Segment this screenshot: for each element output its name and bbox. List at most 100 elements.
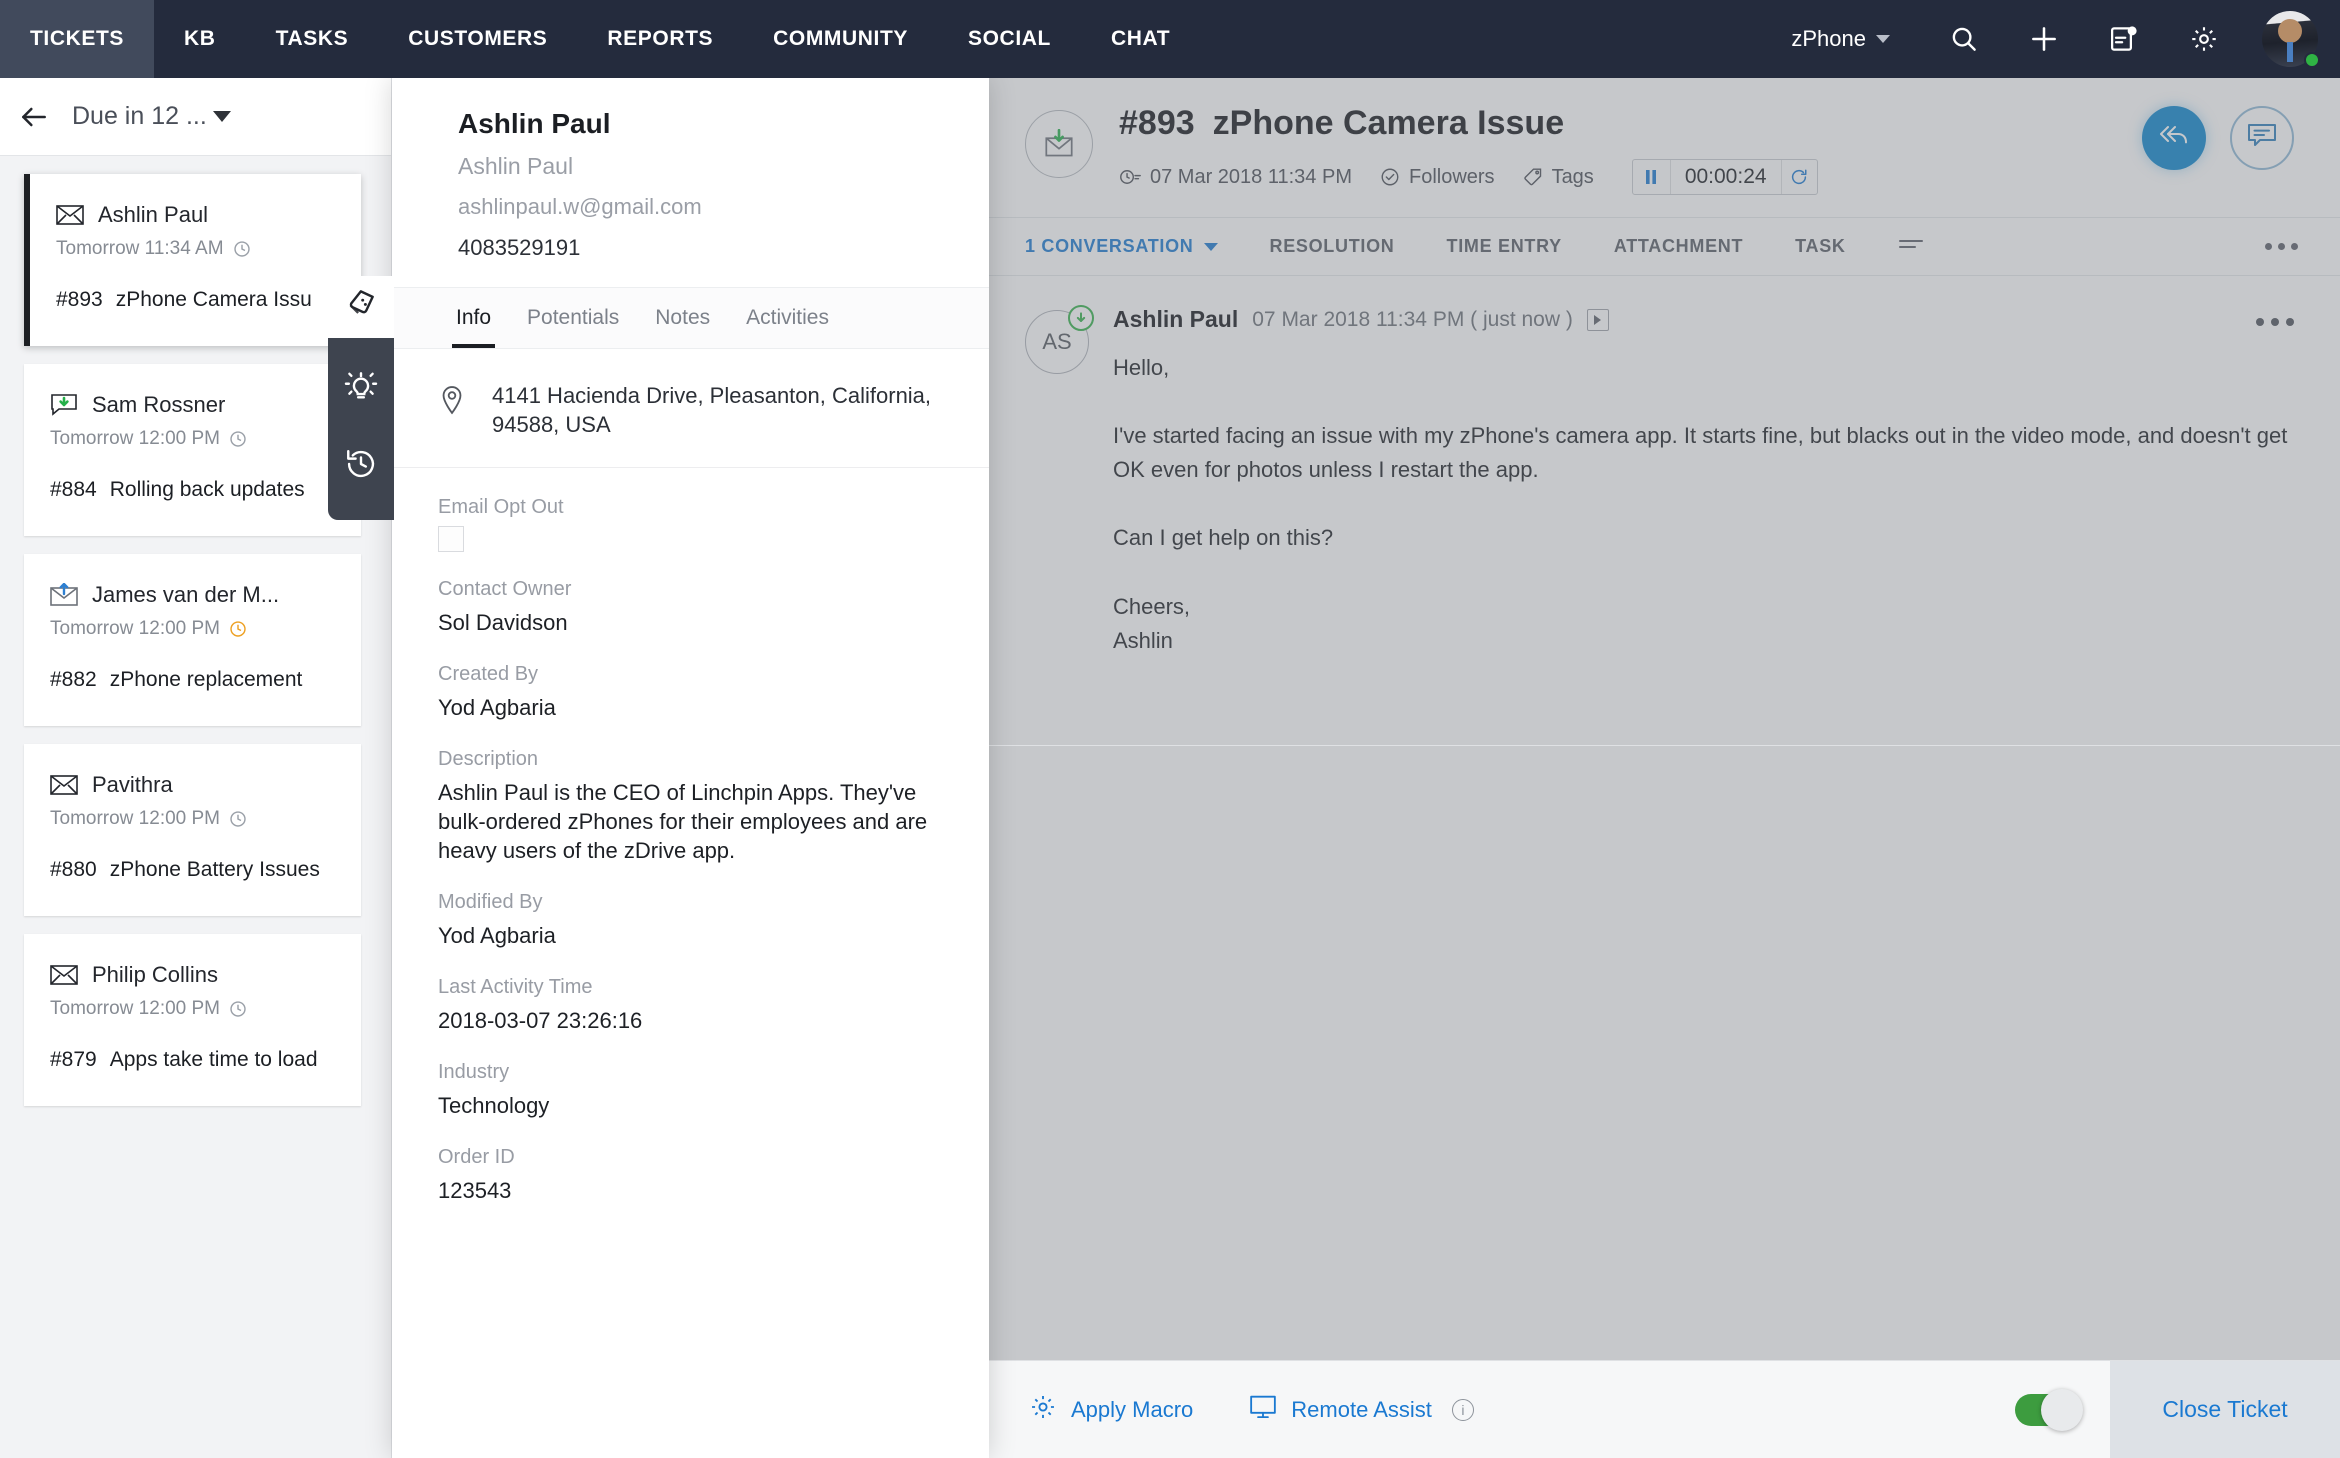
message-author: Ashlin Paul: [1113, 306, 1239, 332]
gear-icon[interactable]: [2178, 13, 2230, 65]
nav-tab-chat[interactable]: CHAT: [1081, 0, 1200, 78]
field-value: Ashlin Paul is the CEO of Linchpin Apps.…: [438, 780, 928, 864]
nav-tab-kb[interactable]: KB: [154, 0, 246, 78]
list-item-subject: #893 zPhone Camera Issu: [56, 288, 335, 312]
field-value: Sol Davidson: [438, 610, 568, 636]
nav-tab-reports[interactable]: REPORTS: [577, 0, 743, 78]
tab-conversation[interactable]: 1 CONVERSATION: [1025, 236, 1244, 257]
followers-button[interactable]: Followers: [1380, 166, 1495, 189]
tab-task[interactable]: TASK: [1769, 236, 1871, 257]
dot: [2278, 243, 2285, 250]
tab-notes[interactable]: Notes: [637, 288, 728, 348]
email-opt-out-checkbox[interactable]: [438, 526, 464, 553]
nav-tab-label: CUSTOMERS: [408, 27, 548, 50]
list-item[interactable]: Sam Rossner Tomorrow 12:00 PM #884 Rolli…: [24, 364, 361, 536]
tab-info[interactable]: Info: [438, 288, 509, 348]
notes-notification-icon[interactable]: [2098, 13, 2150, 65]
clock-icon: [233, 241, 250, 257]
status-badge: [2304, 52, 2320, 68]
tag-icon: [1523, 168, 1541, 186]
tab-label: ATTACHMENT: [1613, 236, 1744, 256]
refresh-icon: [1791, 169, 1807, 185]
ticket-date: 07 Mar 2018 11:34 PM: [1119, 166, 1352, 189]
message-overflow-menu-button[interactable]: [2256, 318, 2294, 326]
list-item[interactable]: Pavithra Tomorrow 12:00 PM #880 zPhone B…: [24, 744, 361, 916]
lightbulb-icon: [344, 371, 378, 410]
nav-tab-label: TICKETS: [30, 27, 125, 50]
tab-attachment[interactable]: ATTACHMENT: [1588, 236, 1769, 257]
apply-macro-button[interactable]: Apply Macro: [1029, 1393, 1193, 1427]
ticket-channel-icon: [1025, 110, 1093, 178]
tags-button[interactable]: [328, 276, 394, 338]
nav-tab-community[interactable]: COMMUNITY: [743, 0, 938, 78]
reset-timer-button[interactable]: [1780, 160, 1817, 194]
chevron-down-icon[interactable]: [212, 111, 231, 122]
list-item-sender: Sam Rossner: [92, 392, 226, 417]
nav-tab-customers[interactable]: CUSTOMERS: [378, 0, 577, 78]
field-label: Industry: [438, 1061, 510, 1084]
tab-label: TIME ENTRY: [1446, 236, 1562, 256]
list-item-time-text: Tomorrow 12:00 PM: [50, 618, 221, 639]
tab-overflow-menu-button[interactable]: [2265, 243, 2298, 250]
back-arrow-icon[interactable]: [18, 101, 50, 133]
field-label: Description: [438, 748, 539, 771]
ticket-list-filter-label[interactable]: Due in 12 ...: [72, 102, 207, 131]
list-item-time: Tomorrow 12:00 PM: [50, 428, 335, 450]
close-ticket-button[interactable]: Close Ticket: [2110, 1361, 2340, 1458]
apply-macro-label: Apply Macro: [1071, 1396, 1194, 1422]
list-item-subject-text: zPhone Camera Issu: [115, 288, 312, 311]
tags-icon: [344, 288, 378, 327]
reply-all-button[interactable]: [2142, 106, 2206, 170]
page-title: #893 zPhone Camera Issue: [1119, 104, 2300, 143]
field-label: Created By: [438, 663, 539, 686]
tags-button[interactable]: Tags: [1523, 166, 1594, 189]
contact-info-body[interactable]: 4141 Hacienda Drive, Pleasanton, Califor…: [392, 349, 989, 1458]
contact-phone[interactable]: 4083529191: [458, 235, 989, 261]
envelope-out-icon: [50, 582, 78, 608]
info-icon[interactable]: i: [1451, 1398, 1474, 1421]
search-icon[interactable]: [1938, 13, 1990, 65]
nav-tab-tickets[interactable]: TICKETS: [0, 0, 155, 78]
tab-potentials[interactable]: Potentials: [509, 288, 637, 348]
contact-detail-panel: Ashlin Paul Ashlin Paul ashlinpaul.w@gma…: [392, 78, 989, 1458]
history-button[interactable]: [328, 428, 394, 504]
pause-button[interactable]: [1633, 160, 1671, 194]
ticket-date-text: 07 Mar 2018 11:34 PM: [1150, 165, 1352, 188]
contact-email[interactable]: ashlinpaul.w@gmail.com: [458, 194, 989, 220]
contact-secondary-name: Ashlin Paul: [458, 153, 574, 179]
close-ticket-toggle[interactable]: [2015, 1388, 2083, 1431]
list-item-subject: #879 Apps take time to load: [50, 1048, 335, 1072]
product-selector[interactable]: zPhone: [1791, 26, 1890, 52]
nav-tab-social[interactable]: SOCIAL: [938, 0, 1081, 78]
suggestions-button[interactable]: [328, 352, 394, 428]
list-item-subject: #880 zPhone Battery Issues: [50, 858, 335, 882]
tab-resolution[interactable]: RESOLUTION: [1244, 236, 1421, 257]
close-ticket-label: Close Ticket: [2162, 1396, 2288, 1422]
contact-address-row: 4141 Hacienda Drive, Pleasanton, Califor…: [392, 349, 989, 469]
list-lines-icon: [1898, 235, 1924, 258]
list-item-time-text: Tomorrow 11:34 AM: [56, 238, 224, 259]
list-item[interactable]: James van der M... Tomorrow 12:00 PM #88…: [24, 554, 361, 726]
avatar[interactable]: [2262, 11, 2320, 68]
tab-activities[interactable]: Activities: [728, 288, 847, 348]
nav-tab-tasks[interactable]: TASKS: [246, 0, 379, 78]
add-icon[interactable]: [2018, 13, 2070, 65]
nav-tab-label: SOCIAL: [968, 27, 1051, 50]
list-item-subject-text: Apps take time to load: [109, 1048, 318, 1071]
list-item[interactable]: Philip Collins Tomorrow 12:00 PM #879 Ap…: [24, 934, 361, 1106]
tab-time-entry[interactable]: TIME ENTRY: [1421, 236, 1588, 257]
remote-assist-button[interactable]: Remote Assist i: [1249, 1394, 1474, 1426]
field-label: Email Opt Out: [438, 496, 564, 519]
followers-label: Followers: [1408, 165, 1495, 188]
gear-icon: [1029, 1393, 1057, 1427]
ticket-meta-row: 07 Mar 2018 11:34 PM Followers Tags 00:0…: [1119, 159, 2300, 195]
field-label: Contact Owner: [438, 578, 572, 601]
comment-button[interactable]: [2230, 106, 2294, 170]
field-industry: Industry Technology: [438, 1061, 949, 1120]
app-root: TICKETS KB TASKS CUSTOMERS REPORTS COMMU…: [0, 0, 2340, 1458]
product-selector-label: zPhone: [1791, 26, 1866, 51]
more-tabs-button[interactable]: [1872, 235, 1950, 258]
expand-details-button[interactable]: [1586, 308, 1609, 331]
list-item[interactable]: Ashlin Paul Tomorrow 11:34 AM #893 zPhon…: [24, 174, 361, 346]
list-item-time-text: Tomorrow 12:00 PM: [50, 428, 221, 449]
